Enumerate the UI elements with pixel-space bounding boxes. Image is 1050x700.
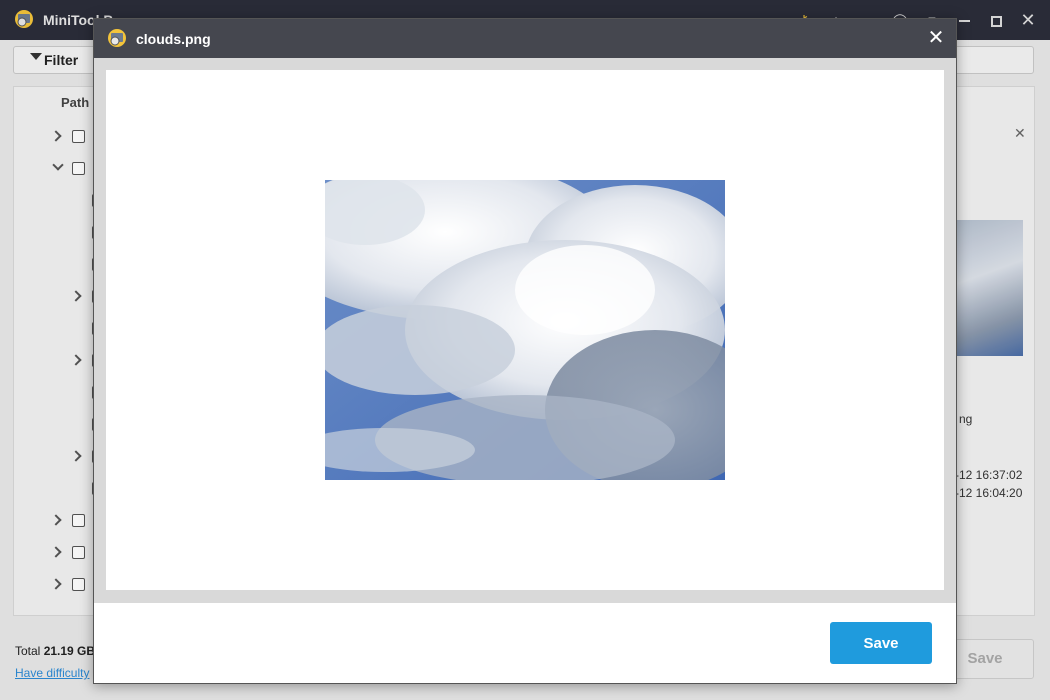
preview-dialog: clouds.png ✕ Save <box>93 18 957 684</box>
preview-canvas <box>106 70 944 590</box>
app-logo-icon <box>108 29 126 47</box>
close-icon[interactable]: ✕ <box>926 28 946 48</box>
dialog-title: clouds.png <box>136 31 211 47</box>
cloud-image <box>325 180 725 480</box>
dialog-footer: Save <box>94 603 956 683</box>
save-button[interactable]: Save <box>830 622 932 664</box>
preview-frame <box>94 58 956 603</box>
dialog-header: clouds.png ✕ <box>94 19 956 58</box>
